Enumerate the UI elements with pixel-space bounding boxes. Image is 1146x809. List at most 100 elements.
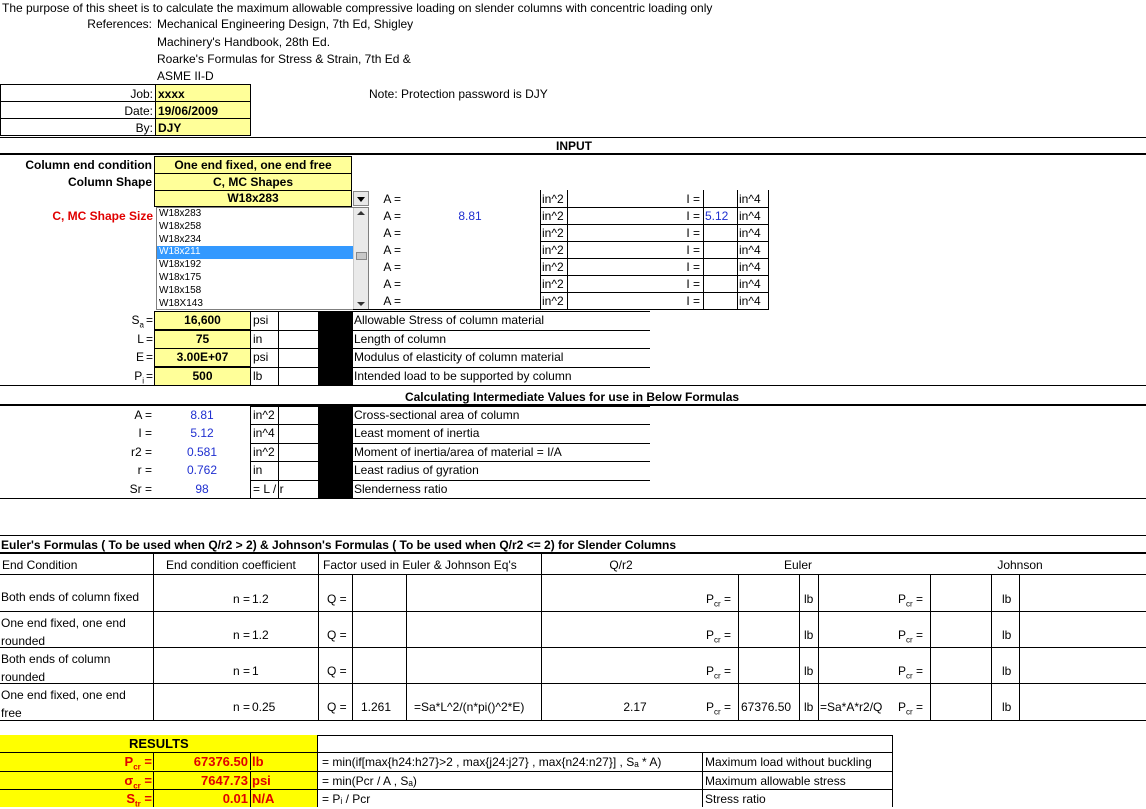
intermediate-label: I =	[138, 426, 152, 441]
end-condition-text: Both ends of column fixed	[1, 590, 140, 604]
inertia-label: I =	[686, 192, 700, 206]
pcr-johnson-unit: lb	[1002, 592, 1012, 606]
pcr-johnson-unit: lb	[1002, 628, 1012, 642]
intermediate-value: 0.762	[186, 463, 218, 478]
intermediate-value: 0.581	[186, 444, 218, 459]
dropdown-option[interactable]: W18x234	[157, 234, 368, 247]
header-euler: Euler	[783, 558, 812, 572]
dropdown-option[interactable]: W18x192	[157, 259, 368, 272]
area-label: A =	[383, 243, 401, 257]
area-value: 8.81	[458, 209, 482, 223]
inertia-label: I =	[686, 294, 700, 308]
row-divider	[540, 275, 769, 276]
inertia-label: I =	[686, 226, 700, 240]
end-condition-text: Both ends of column	[1, 652, 111, 666]
end-condition-text: One end fixed, one end	[1, 688, 126, 702]
end-condition-text: One end fixed, one end	[1, 616, 126, 630]
inertia-label: I =	[686, 243, 700, 257]
dropdown-option[interactable]: W18x258	[157, 221, 368, 234]
intermediate-label: r2 =	[130, 444, 152, 459]
inertia-label: I =	[686, 277, 700, 291]
param-unit: psi	[253, 350, 269, 364]
result-value: 7647.73	[201, 772, 248, 788]
by-value: DJY	[158, 121, 182, 135]
row-divider	[540, 258, 769, 259]
result-unit: N/A	[252, 791, 275, 806]
col-divider	[250, 789, 251, 807]
header-coefficient: End condition coefficient	[166, 558, 296, 572]
param-unit: lb	[253, 368, 263, 383]
result-value: 0.01	[222, 791, 248, 806]
inertia-unit: in^4	[739, 209, 761, 223]
param-symbol: Sa =	[131, 313, 153, 330]
intermediate-description: Cross-sectional area of column	[354, 408, 520, 422]
pcr-euler-label: Pcr =	[706, 592, 732, 609]
area-label: A =	[383, 226, 401, 240]
area-unit: in^2	[542, 226, 564, 240]
q-label: Q =	[327, 628, 347, 642]
header-factor: Factor used in Euler & Johnson Eq's	[323, 558, 517, 572]
result-value: 67376.50	[193, 754, 248, 769]
intermediate-unit: in^4	[253, 426, 275, 441]
job-label: Job:	[130, 87, 153, 101]
param-symbol: Pi =	[134, 368, 153, 385]
row-divider	[250, 406, 650, 407]
q-r2-value: 2.17	[623, 700, 647, 714]
dropdown-option[interactable]: W18X143	[157, 298, 368, 309]
q-value: 1.261	[361, 700, 392, 714]
result-unit: psi	[252, 772, 271, 788]
reference-3: Roarke's Formulas for Stress & Strain, 7…	[157, 52, 411, 66]
reference-1: Mechanical Engineering Design, 7th Ed, S…	[157, 17, 414, 31]
shape-size-value: W18x283	[227, 191, 279, 205]
result-symbol: Pcr =	[124, 754, 152, 772]
intermediate-label: Sr =	[129, 481, 152, 496]
row-divider	[250, 424, 650, 426]
euler-title: Euler's Formulas ( To be used when Q/r2 …	[1, 538, 677, 552]
dropdown-option-selected[interactable]: W18x211	[157, 246, 368, 260]
result-description: Maximum load without buckling	[705, 755, 872, 769]
row-divider	[250, 329, 650, 331]
references-label: References:	[87, 17, 152, 31]
area-label: A =	[383, 209, 401, 223]
col-divider	[153, 770, 154, 789]
col-divider	[250, 770, 251, 789]
row-divider	[540, 207, 769, 208]
intermediate-value: 5.12	[190, 426, 214, 441]
param-value: 16,600	[184, 313, 221, 327]
by-label: By:	[135, 121, 153, 135]
header-end-condition: End Condition	[2, 558, 78, 572]
inertia-unit: in^4	[739, 192, 761, 206]
n-label: n =	[232, 700, 250, 714]
pcr-euler-label: Pcr =	[706, 700, 732, 717]
intermediate-unit: in^2	[253, 444, 275, 459]
shape-size-dropdown[interactable]: W18x283 W18x258 W18x234 W18x211 W18x192 …	[156, 207, 369, 310]
pcr-euler-value: 67376.50	[741, 700, 792, 714]
pcr-euler-formula: =Sa*A*r2/Q	[820, 700, 883, 714]
col-divider	[250, 752, 251, 770]
result-formula: = min(if[max{h24:h27}>2 , max{j24:j27} ,…	[322, 755, 662, 769]
row-divider	[540, 241, 769, 242]
area-label: A =	[383, 277, 401, 291]
row-divider	[250, 442, 650, 444]
dropdown-option[interactable]: W18x175	[157, 272, 368, 285]
n-value: 1	[252, 664, 259, 678]
dropdown-option[interactable]: W18x158	[157, 285, 368, 298]
q-label: Q =	[327, 592, 347, 606]
row-divider	[0, 683, 1146, 684]
pcr-euler-unit: lb	[804, 700, 814, 714]
inertia-unit: in^4	[739, 277, 761, 291]
intermediate-description: Least moment of inertia	[354, 426, 480, 441]
n-label: n =	[232, 664, 250, 678]
row-divider	[540, 292, 769, 293]
col-divider	[153, 789, 154, 807]
q-formula: =Sa*L^2/(n*pi()^2*E)	[414, 700, 525, 714]
dropdown-option[interactable]: W18x283	[157, 208, 368, 221]
result-unit: lb	[252, 754, 264, 769]
inertia-label: I =	[686, 209, 700, 223]
param-symbol: L =	[137, 331, 153, 346]
row-divider	[250, 461, 650, 463]
intermediate-description: Moment of inertia/area of material = I/A	[354, 444, 562, 459]
pcr-johnson-label: Pcr =	[898, 700, 924, 717]
param-value: 75	[195, 331, 210, 346]
end-condition-value: One end fixed, one end free	[174, 158, 332, 172]
